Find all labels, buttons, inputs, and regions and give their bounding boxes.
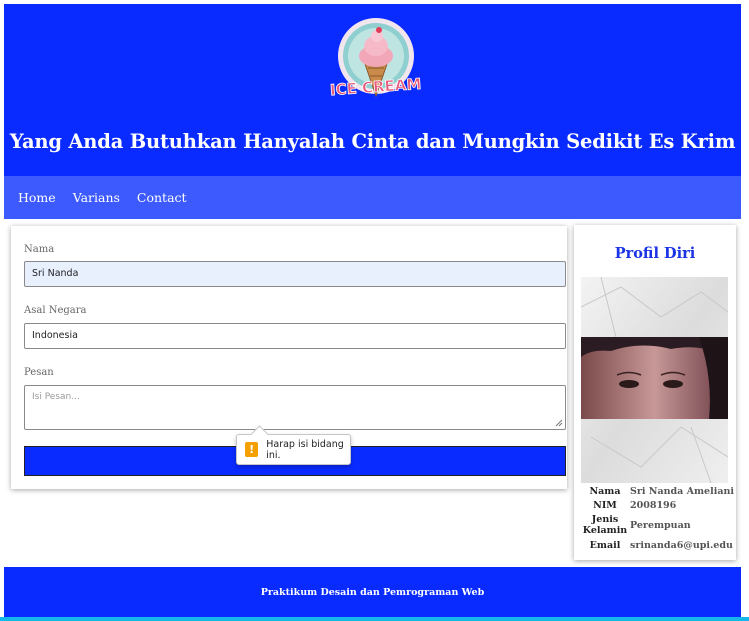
info-value: Sri Nanda Ameliani	[630, 485, 734, 497]
site-title: Yang Anda Butuhkan Hanyalah Cinta dan Mu…	[9, 130, 736, 153]
bottom-strip	[0, 617, 749, 621]
profile-photo	[581, 277, 728, 483]
profile-title: Profil Diri	[614, 245, 696, 262]
info-row-nama: Nama Sri Nanda Ameliani	[582, 484, 734, 498]
nav-item-varians[interactable]: Varians	[73, 190, 120, 205]
nama-label: Nama	[24, 244, 55, 255]
pesan-textarea[interactable]: Isi Pesan...	[24, 385, 566, 430]
site-footer: Praktikum Desain dan Pemrograman Web	[4, 567, 741, 617]
nav-item-contact[interactable]: Contact	[137, 190, 187, 205]
pesan-placeholder: Isi Pesan...	[32, 392, 80, 402]
footer-text: Praktikum Desain dan Pemrograman Web	[260, 586, 485, 598]
warning-icon: !	[245, 442, 259, 457]
ice-cream-logo: ICE CREAM	[329, 18, 422, 100]
info-row-email: Email srinanda6@upi.edu	[582, 538, 734, 552]
asal-negara-input[interactable]: Indonesia	[24, 323, 566, 349]
profile-info: Nama Sri Nanda Ameliani NIM 2008196 Jeni…	[582, 484, 734, 552]
info-row-jenis-kelamin: Jenis Kelamin Perempuan	[582, 512, 734, 538]
info-row-nim: NIM 2008196	[582, 498, 734, 512]
info-key: NIM	[593, 499, 617, 511]
validation-tooltip: ! Harap isi bidang ini.	[236, 434, 351, 465]
resize-handle-icon[interactable]	[555, 419, 563, 427]
nama-input[interactable]: Sri Nanda	[24, 261, 566, 287]
profile-card: Profil Diri Nama Sri Nanda Ameliani NIM …	[574, 225, 736, 560]
info-value: 2008196	[630, 499, 677, 511]
main-nav: Home Varians Contact	[4, 176, 741, 219]
nav-item-home[interactable]: Home	[18, 190, 56, 205]
site-header: ICE CREAM Yang Anda Butuhkan Hanyalah Ci…	[4, 4, 741, 176]
svg-text:ICE CREAM: ICE CREAM	[329, 75, 421, 99]
info-value: srinanda6@upi.edu	[630, 539, 733, 551]
info-key: Nama	[589, 485, 621, 497]
info-key: Email	[589, 539, 621, 551]
info-key: Jenis Kelamin	[582, 514, 628, 536]
validation-message: Harap isi bidang ini.	[266, 438, 344, 461]
asal-negara-label: Asal Negara	[24, 305, 87, 316]
info-value: Perempuan	[630, 519, 691, 531]
pesan-label: Pesan	[24, 367, 54, 378]
